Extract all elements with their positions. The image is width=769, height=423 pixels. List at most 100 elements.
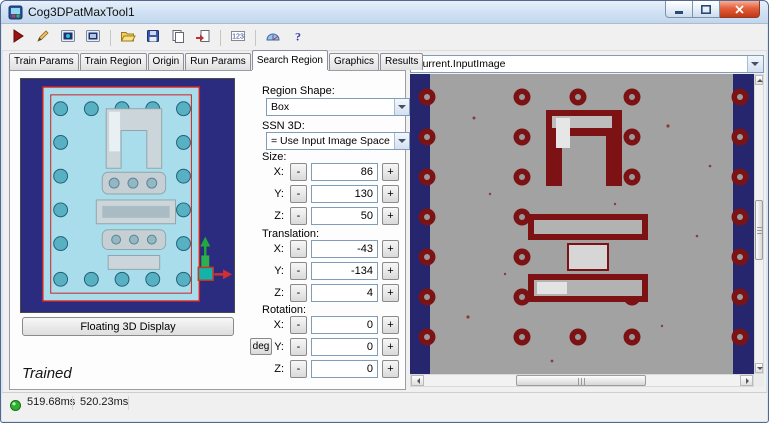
rotation-z-field[interactable]: 0 — [311, 360, 378, 378]
display-button-a[interactable] — [57, 27, 79, 49]
size-y-decrement-button[interactable]: - — [290, 185, 307, 203]
translation-x-decrement-button[interactable]: - — [290, 240, 307, 258]
3d-display-view[interactable] — [20, 78, 235, 313]
status-time-1: 519.68ms — [27, 396, 76, 408]
ssn3d-combo[interactable]: = Use Input Image Space — [266, 132, 410, 150]
translation-z-decrement-button[interactable]: - — [290, 284, 307, 302]
horizontal-scroll-thumb[interactable] — [516, 375, 646, 386]
rotation-z-label: Z: — [274, 363, 284, 375]
rotation-y-field[interactable]: 0 — [311, 338, 378, 356]
rotation-z-decrement-button[interactable]: - — [290, 360, 307, 378]
scroll-left-button[interactable] — [411, 375, 424, 386]
tab-search-region[interactable]: Search Region — [251, 50, 328, 70]
size-label: Size: — [262, 151, 287, 163]
app-icon — [8, 5, 23, 20]
translation-z-label: Z: — [274, 287, 284, 299]
scroll-up-button[interactable] — [755, 75, 763, 85]
help-button[interactable]: ? — [287, 27, 309, 49]
size-x-decrement-button[interactable]: - — [290, 163, 307, 181]
toolbar-separator — [220, 29, 221, 46]
rotation-y-decrement-button[interactable]: - — [290, 338, 307, 356]
tab-origin[interactable]: Origin — [147, 53, 185, 70]
paste-button[interactable] — [167, 27, 189, 49]
rotation-x-decrement-button[interactable]: - — [290, 316, 307, 334]
close-button[interactable] — [720, 1, 760, 18]
input-image-view[interactable] — [410, 74, 754, 374]
save-file-button[interactable] — [142, 27, 164, 49]
maximize-button[interactable] — [693, 1, 720, 18]
size-x-label: X: — [273, 166, 284, 178]
run-icon — [10, 28, 26, 47]
region-shape-value: Box — [271, 101, 290, 113]
rotation-y-increment-button[interactable]: + — [382, 338, 399, 356]
chevron-down-icon[interactable] — [394, 99, 409, 115]
image-source-combo[interactable]: Current.InputImage — [410, 55, 764, 73]
tab-run-params[interactable]: Run Params — [185, 53, 251, 70]
size-y-increment-button[interactable]: + — [382, 185, 399, 203]
status-separator — [72, 396, 73, 410]
region-shape-combo[interactable]: Box — [266, 98, 410, 116]
numbers-button[interactable]: 123 — [227, 27, 249, 49]
pencil-icon — [35, 28, 51, 47]
translation-x-field[interactable]: -43 — [311, 240, 378, 258]
translation-label: Translation: — [262, 228, 320, 240]
save-icon — [145, 28, 161, 47]
horizontal-scrollbar[interactable] — [410, 374, 754, 387]
translation-z-field[interactable]: 4 — [311, 284, 378, 302]
ssn3d-label: SSN 3D: — [262, 120, 305, 132]
size-x-field[interactable]: 86 — [311, 163, 378, 181]
rotation-x-field[interactable]: 0 — [311, 316, 378, 334]
status-separator — [128, 396, 129, 410]
size-y-field[interactable]: 130 — [311, 185, 378, 203]
help-icon: ? — [290, 28, 306, 47]
size-z-field[interactable]: 50 — [311, 207, 378, 225]
translation-x-increment-button[interactable]: + — [382, 240, 399, 258]
arrow-up-icon — [757, 76, 763, 82]
arrow-left-icon — [414, 378, 420, 384]
open-file-button[interactable] — [117, 27, 139, 49]
rotation-z-increment-button[interactable]: + — [382, 360, 399, 378]
tab-graphics[interactable]: Graphics — [328, 53, 379, 70]
minimize-button[interactable] — [665, 1, 693, 18]
scrollbar-corner — [754, 374, 764, 387]
protractor-button[interactable] — [262, 27, 284, 49]
translation-y-field[interactable]: -134 — [311, 262, 378, 280]
translation-y-increment-button[interactable]: + — [382, 262, 399, 280]
svg-text:123: 123 — [232, 34, 244, 41]
app-window: Cog3DPatMaxTool1 123 ? Train Params Trai… — [0, 0, 769, 423]
size-z-decrement-button[interactable]: - — [290, 207, 307, 225]
tab-train-params[interactable]: Train Params — [9, 53, 79, 70]
scroll-right-button[interactable] — [740, 375, 753, 386]
translation-y-decrement-button[interactable]: - — [290, 262, 307, 280]
region-parameters: Region Shape: Box SSN 3D: = Use Input Im… — [250, 71, 410, 389]
translation-y-label: Y: — [274, 265, 284, 277]
rotation-y-label: Y: — [274, 341, 284, 353]
rotation-x-label: X: — [273, 319, 284, 331]
chevron-down-icon[interactable] — [394, 133, 409, 149]
display-b-icon — [85, 28, 101, 47]
vertical-scrollbar[interactable] — [754, 74, 764, 374]
tab-train-region[interactable]: Train Region — [79, 53, 147, 70]
paste-icon — [170, 28, 186, 47]
display-a-icon — [60, 28, 76, 47]
tab-results[interactable]: Results — [379, 53, 424, 70]
status-bar: 519.68ms 520.23ms — [2, 392, 767, 421]
rotation-label: Rotation: — [262, 304, 307, 316]
numbers-icon: 123 — [230, 28, 246, 47]
tab-strip: Train Params Train Region Origin Run Par… — [9, 50, 424, 70]
chevron-down-icon[interactable] — [747, 56, 763, 72]
size-y-label: Y: — [274, 188, 284, 200]
rotation-x-increment-button[interactable]: + — [382, 316, 399, 334]
edit-button[interactable] — [32, 27, 54, 49]
floating-3d-display-button[interactable]: Floating 3D Display — [22, 317, 234, 336]
run-button[interactable] — [7, 27, 29, 49]
size-x-increment-button[interactable]: + — [382, 163, 399, 181]
title-bar[interactable]: Cog3DPatMaxTool1 — [1, 1, 768, 24]
import-button[interactable] — [192, 27, 214, 49]
scroll-down-button[interactable] — [755, 363, 763, 373]
display-button-b[interactable] — [82, 27, 104, 49]
vertical-scroll-thumb[interactable] — [755, 200, 763, 260]
toolbar-separator — [255, 29, 256, 46]
size-z-increment-button[interactable]: + — [382, 207, 399, 225]
translation-z-increment-button[interactable]: + — [382, 284, 399, 302]
